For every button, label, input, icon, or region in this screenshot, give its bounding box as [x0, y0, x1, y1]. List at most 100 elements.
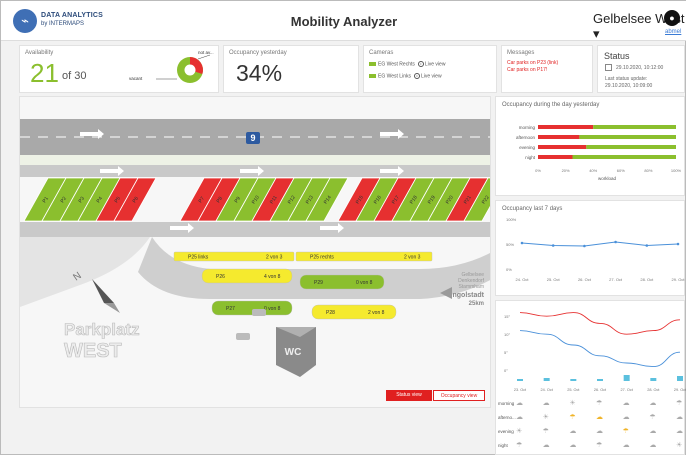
weather-icon: ☁ — [596, 414, 603, 421]
bar-occupied — [538, 155, 573, 159]
camera-item[interactable]: EG West Rechts • Live view — [369, 61, 445, 67]
live-view-link[interactable]: Live view — [425, 61, 446, 67]
weather-icon: ☂ — [649, 414, 656, 421]
x-tick-label: 26. Oct — [594, 388, 607, 392]
x-tick-label: 23. Oct — [514, 388, 527, 392]
weather-row-label: morning — [498, 401, 515, 406]
availability-free-count: 21 — [30, 58, 59, 88]
zone-count: 2 von 3 — [404, 255, 421, 261]
direction-line: 25km — [469, 301, 484, 307]
status-last-update: 29.10.2020, 10:09:00 — [605, 83, 653, 89]
precipitation-bar — [677, 376, 683, 381]
zone-name: P27 — [226, 306, 235, 312]
cameras-card: Cameras EG West Rechts • Live view EG West… — [363, 45, 497, 93]
status-date-time: 29.10.2020, 10:12:00 — [616, 65, 664, 71]
weather-icon: ☀ — [676, 442, 683, 449]
weather-icon: ☂ — [596, 442, 603, 449]
bar-occupied — [538, 135, 580, 139]
direction-line: Stammham — [458, 284, 484, 290]
pie-label-not-available: not av... — [198, 50, 214, 55]
parking-map-card: 9 P1 P2 P3 P4 P5 P6 P7 P8 P9 P10 P11 P12 P13 P14 P15 P1… — [19, 96, 491, 408]
x-tick-label: 28. Oct — [647, 388, 660, 392]
x-tick-label: 29. Oct — [672, 277, 686, 282]
series-line — [521, 241, 679, 247]
y-tick-label: 10° — [504, 332, 510, 337]
day-occupancy-card: Occupancy during the day yesterday morni… — [495, 96, 685, 196]
messages-card: Messages Car parks on P23 (link) Car par… — [501, 45, 593, 93]
week-occupancy-card: Occupancy last 7 days 100% 50% 0% 24. Oct 25… — [495, 200, 685, 296]
pie-hole — [184, 64, 196, 76]
x-tick-label: 100% — [671, 168, 682, 173]
x-tick-label: 25. Oct — [547, 277, 561, 282]
cameras-label: Cameras — [369, 50, 394, 56]
weather-icon: ☀ — [542, 414, 549, 421]
weather-icon: ☁ — [596, 428, 603, 435]
bar-occupied — [538, 145, 587, 149]
occupancy-yesterday-card: Occupancy yesterday 34% — [223, 45, 359, 93]
x-tick-label: 24. Oct — [541, 388, 554, 392]
live-view-icon[interactable]: • — [417, 61, 424, 67]
weather-icon: ☁ — [569, 442, 577, 449]
y-tick-label: 15° — [504, 314, 510, 319]
top-header: ⌁ DATA ANALYTICS by INTERMAPS Mobility A… — [1, 1, 686, 41]
car-icon — [252, 309, 266, 316]
precipitation-bar — [623, 375, 630, 381]
precipitation-bar — [543, 378, 550, 381]
wc-label: WC — [285, 347, 302, 358]
weather-icon: ☁ — [542, 442, 550, 449]
weather-icon: ☂ — [569, 414, 576, 421]
category-label: night — [525, 155, 536, 160]
x-tick-label: 27. Oct — [621, 388, 634, 392]
parking-aisle — [20, 222, 490, 237]
car-icon — [236, 333, 250, 340]
precipitation-bar — [570, 379, 577, 381]
message-item[interactable]: Car parks on P23 (link) — [507, 60, 558, 66]
camera-icon — [369, 62, 376, 66]
bar-free — [593, 125, 676, 129]
logout-link[interactable]: abmel — [665, 29, 681, 35]
weather-icon: ☁ — [622, 442, 630, 449]
weather-temperature-chart: 15° 10° 5° 0° 23. Oct 24. Oct 25. Oct 26. Oct 27… — [504, 312, 686, 392]
zone-count: 4 von 8 — [264, 274, 281, 280]
live-view-link[interactable]: Live view — [421, 73, 442, 79]
x-tick-label: 40% — [589, 168, 597, 173]
data-point — [583, 244, 586, 248]
x-tick-label: 27. Oct — [609, 277, 623, 282]
message-item[interactable]: Car parks on P17! — [507, 67, 547, 73]
x-tick-label: 29. Oct — [674, 388, 686, 392]
zone-name: P26 — [216, 274, 225, 280]
weather-icon: ☁ — [649, 400, 657, 407]
status-view-button[interactable]: Status view — [386, 390, 432, 401]
zone-count: 2 von 3 — [266, 255, 283, 261]
category-label: morning — [519, 125, 536, 130]
zone-name: P29 — [314, 280, 323, 286]
x-tick-label: 26. Oct — [578, 277, 592, 282]
x-tick-label: 20% — [562, 168, 570, 173]
weather-icon: ☁ — [516, 414, 523, 421]
weather-icon: ☁ — [676, 414, 683, 421]
user-menu-icon[interactable]: ● — [664, 10, 680, 26]
weather-icon: ☂ — [676, 400, 683, 407]
y-tick-label: 0% — [506, 267, 512, 272]
weather-icon: ☁ — [542, 400, 550, 407]
precipitation-bar — [517, 379, 523, 381]
camera-icon — [369, 74, 376, 78]
status-last-update-label: Last status update: — [605, 76, 648, 82]
day-occupancy-chart: morning afternoon evening night 0% 20% 40% 60% 8… — [516, 125, 682, 181]
camera-item[interactable]: EG West Links • Live view — [369, 73, 442, 79]
camera-name: EG West Links — [378, 73, 411, 80]
temperature-line — [519, 330, 681, 368]
x-tick-label: 28. Oct — [640, 277, 654, 282]
weather-icon: ☁ — [622, 400, 630, 407]
availability-total: of 30 — [62, 70, 87, 82]
weather-card: 15° 10° 5° 0° 23. Oct 24. Oct 25. Oct 26. Oct 27… — [495, 300, 686, 455]
pie-label-vacant: vacant — [129, 76, 143, 81]
x-tick-label: 24. Oct — [516, 277, 530, 282]
live-view-icon[interactable]: • — [413, 73, 420, 79]
parking-title-line2: WEST — [64, 340, 122, 362]
zone-name: P25 rechts — [310, 255, 334, 261]
occupancy-view-button[interactable]: Occupancy view — [433, 390, 485, 401]
occupancy-yesterday-label: Occupancy yesterday — [229, 50, 287, 56]
zone-count: 2 von 8 — [368, 310, 385, 316]
x-tick-label: 60% — [617, 168, 625, 173]
